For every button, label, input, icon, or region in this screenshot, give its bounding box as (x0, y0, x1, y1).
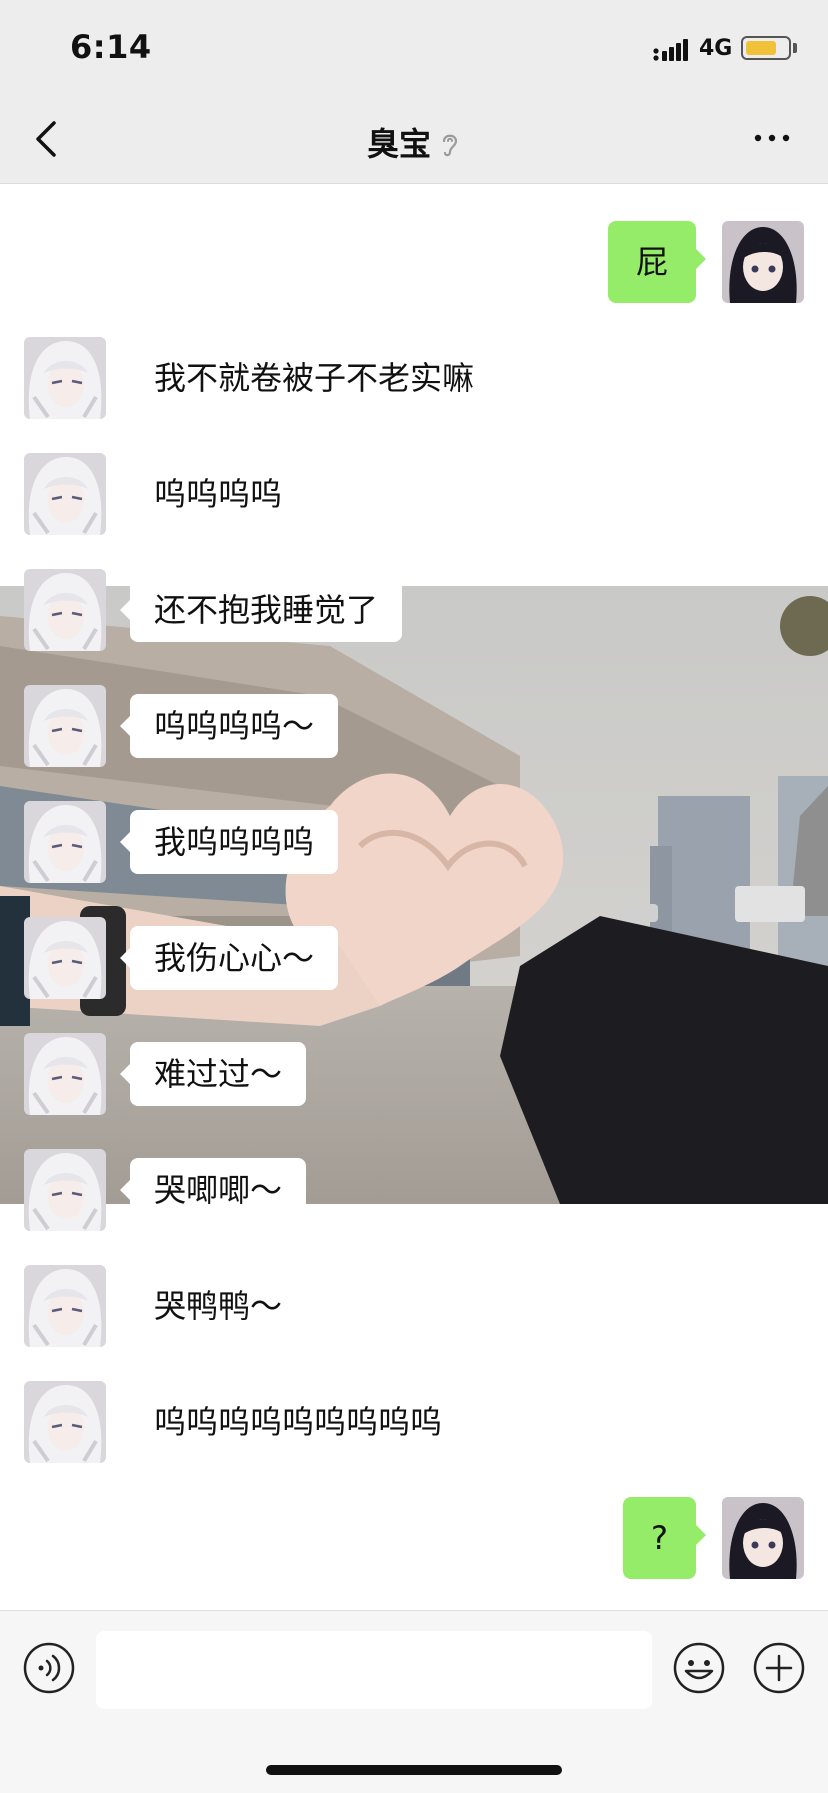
message-text: 哭鸭鸭～ (154, 1287, 283, 1325)
contact-avatar[interactable] (24, 569, 106, 651)
message-text: 屁 (635, 243, 668, 281)
contact-avatar[interactable] (24, 917, 106, 999)
incoming-message-bubble[interactable]: 呜呜呜呜呜呜呜呜呜 (119, 1390, 467, 1454)
message-text: ? (651, 1519, 668, 1557)
incoming-message-bubble[interactable]: 我伤心心～ (119, 926, 339, 990)
status-time: 6:14 (70, 28, 152, 66)
network-type: 4G (699, 36, 733, 61)
contact-avatar[interactable] (24, 1149, 106, 1231)
contact-avatar[interactable] (24, 685, 106, 767)
incoming-message-bubble[interactable]: 呜呜呜呜～ (119, 694, 339, 758)
message-row: 呜呜呜呜呜呜呜呜呜 (0, 1381, 828, 1463)
plus-icon[interactable] (752, 1641, 806, 1695)
message-text: 呜呜呜呜～ (154, 707, 315, 745)
message-text: 我不就卷被子不老实嘛 (154, 359, 475, 397)
message-row: 哭鸭鸭～ (0, 1265, 828, 1347)
ear-mute-icon (442, 134, 458, 157)
incoming-message-bubble[interactable]: 还不抱我睡觉了 (119, 578, 403, 642)
battery-fill (746, 41, 776, 55)
contact-avatar[interactable] (24, 801, 106, 883)
message-row: 屁 (0, 221, 828, 303)
my-avatar[interactable] (722, 1497, 804, 1579)
message-text: 哭唧唧～ (154, 1171, 283, 1209)
message-row: 还不抱我睡觉了 (0, 569, 828, 651)
my-avatar[interactable] (722, 221, 804, 303)
message-row: 我呜呜呜呜 (0, 801, 828, 883)
incoming-message-bubble[interactable]: 我不就卷被子不老实嘛 (119, 346, 499, 410)
signal-icon (653, 39, 688, 61)
chat-header: 臭宝 (0, 95, 828, 184)
voice-icon[interactable] (22, 1641, 76, 1695)
contact-avatar[interactable] (24, 1265, 106, 1347)
message-text: 我伤心心～ (154, 939, 315, 977)
emoji-icon[interactable] (672, 1641, 726, 1695)
chat-title-text: 臭宝 (366, 125, 431, 163)
message-input[interactable] (96, 1631, 652, 1709)
chat-title: 臭宝 (0, 119, 828, 165)
message-row: 呜呜呜呜～ (0, 685, 828, 767)
outgoing-message-bubble[interactable]: 屁 (607, 221, 707, 303)
message-row: ? (0, 1497, 828, 1579)
input-bar (0, 1610, 828, 1793)
outgoing-message-bubble[interactable]: ? (623, 1497, 706, 1579)
battery-icon (741, 36, 791, 60)
contact-avatar[interactable] (24, 1381, 106, 1463)
incoming-message-bubble[interactable]: 哭唧唧～ (119, 1158, 307, 1222)
message-row: 呜呜呜呜 (0, 453, 828, 535)
message-text: 难过过～ (154, 1055, 283, 1093)
message-row: 哭唧唧～ (0, 1149, 828, 1231)
message-row: 我不就卷被子不老实嘛 (0, 337, 828, 419)
incoming-message-bubble[interactable]: 我呜呜呜呜 (119, 810, 339, 874)
home-indicator[interactable] (266, 1765, 562, 1775)
contact-avatar[interactable] (24, 337, 106, 419)
battery-tip (793, 43, 797, 53)
message-row: 我伤心心～ (0, 917, 828, 999)
message-text: 呜呜呜呜 (154, 475, 283, 513)
incoming-message-bubble[interactable]: 难过过～ (119, 1042, 307, 1106)
incoming-message-bubble[interactable]: 呜呜呜呜 (119, 462, 307, 526)
incoming-message-bubble[interactable]: 哭鸭鸭～ (119, 1274, 307, 1338)
status-bar: 6:14 4G (0, 0, 828, 95)
message-text: 呜呜呜呜呜呜呜呜呜 (154, 1403, 443, 1441)
message-text: 我呜呜呜呜 (154, 823, 315, 861)
message-text: 还不抱我睡觉了 (154, 591, 379, 629)
message-row: 难过过～ (0, 1033, 828, 1115)
chat-area[interactable]: 屁 我不就卷被子不老实嘛 呜呜呜呜 还不抱我睡觉了 呜呜呜呜～ 我呜呜呜呜 我伤… (0, 184, 828, 1610)
contact-avatar[interactable] (24, 453, 106, 535)
more-dots-icon[interactable] (750, 123, 794, 153)
contact-avatar[interactable] (24, 1033, 106, 1115)
